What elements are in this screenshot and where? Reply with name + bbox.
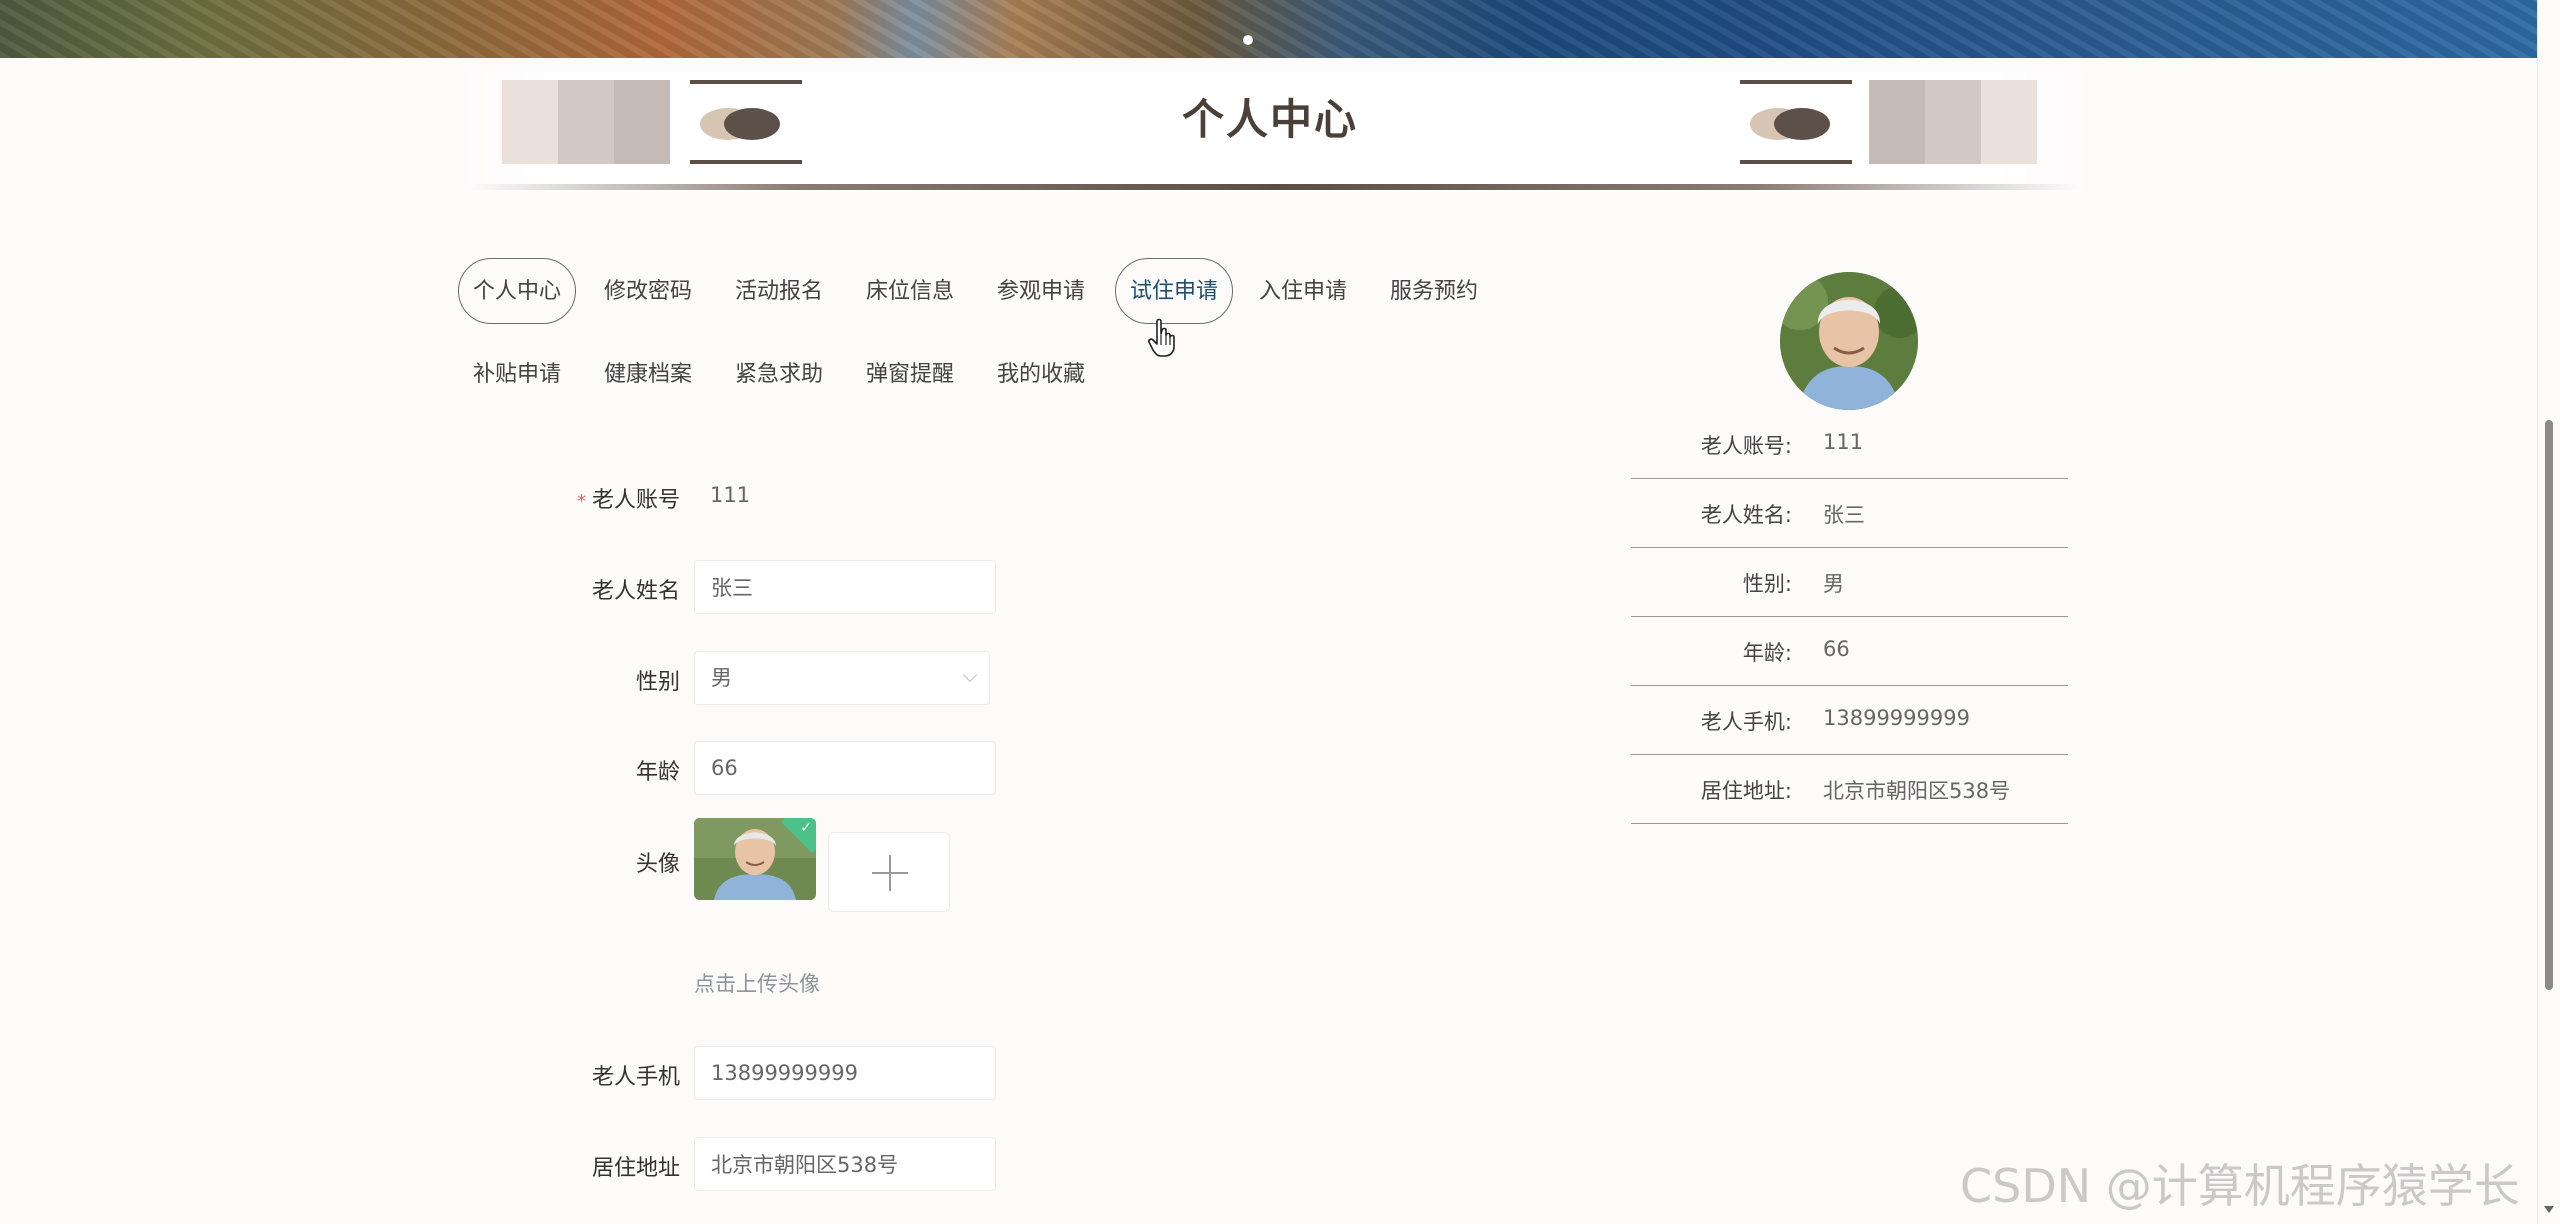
required-marker: * — [576, 491, 586, 512]
tab-service-booking[interactable]: 服务预约 — [1375, 258, 1493, 324]
vertical-scrollbar-thumb[interactable] — [2545, 420, 2553, 990]
profile-row-label: 性别: — [1742, 572, 1792, 596]
top-banner-image — [0, 0, 2537, 58]
page-title: 个人中心 — [1181, 95, 1358, 144]
upload-avatar-hint[interactable]: 点击上传头像 — [694, 968, 820, 998]
hand-pointer-cursor-icon — [1148, 318, 1175, 357]
title-decoration-pill-left — [690, 80, 802, 164]
profile-row-label: 老人账号: — [1700, 434, 1792, 458]
age-input[interactable] — [694, 741, 996, 795]
profile-row-value: 北京市朝阳区538号 — [1823, 779, 2011, 803]
profile-row-value: 111 — [1823, 430, 1864, 454]
profile-avatar — [1780, 272, 1918, 410]
profile-row-account: 老人账号: 111 — [1631, 410, 2068, 479]
profile-row-value: 13899999999 — [1823, 706, 1970, 730]
address-input[interactable] — [694, 1137, 996, 1191]
title-decoration-pill-right — [1740, 80, 1852, 164]
profile-row-address: 居住地址: 北京市朝阳区538号 — [1631, 755, 2068, 824]
scroll-down-arrow-icon[interactable] — [2544, 1206, 2554, 1213]
tab-activity-signup[interactable]: 活动报名 — [720, 258, 838, 324]
name-input[interactable] — [694, 560, 996, 614]
phone-label: 老人手机 — [591, 1065, 680, 1090]
account-value: 111 — [710, 483, 751, 507]
profile-row-name: 老人姓名: 张三 — [1631, 479, 2068, 548]
gender-label: 性别 — [635, 670, 680, 695]
elderly-man-portrait-icon — [1780, 272, 1918, 410]
tab-my-favorites[interactable]: 我的收藏 — [982, 341, 1100, 407]
tab-bed-info[interactable]: 床位信息 — [851, 258, 969, 324]
profile-row-label: 老人姓名: — [1700, 503, 1792, 527]
profile-row-phone: 老人手机: 13899999999 — [1631, 686, 2068, 755]
phone-input[interactable] — [694, 1046, 996, 1100]
chevron-down-icon — [962, 667, 978, 683]
tab-popup-reminders[interactable]: 弹窗提醒 — [851, 341, 969, 407]
carousel-indicator-dot[interactable] — [1243, 35, 1253, 45]
tab-visit-application[interactable]: 参观申请 — [982, 258, 1100, 324]
tab-health-records[interactable]: 健康档案 — [589, 341, 707, 407]
tab-change-password[interactable]: 修改密码 — [589, 258, 707, 324]
avatar-thumbnail[interactable]: ✓ — [694, 818, 816, 900]
profile-row-age: 年龄: 66 — [1631, 617, 2068, 686]
upload-avatar-plus-button[interactable] — [828, 832, 950, 912]
title-underline — [470, 184, 2080, 190]
profile-row-label: 年龄: — [1742, 641, 1792, 665]
tab-move-in-application[interactable]: 入住申请 — [1244, 258, 1362, 324]
profile-row-gender: 性别: 男 — [1631, 548, 2068, 617]
watermark: CSDN @计算机程序猿学长 — [1960, 1159, 2520, 1213]
profile-row-label: 老人手机: — [1700, 710, 1792, 734]
name-label: 老人姓名 — [591, 579, 680, 604]
avatar-label: 头像 — [635, 852, 680, 877]
age-label: 年龄 — [635, 760, 680, 785]
tab-subsidy-application[interactable]: 补贴申请 — [458, 341, 576, 407]
profile-row-value: 男 — [1823, 572, 1844, 596]
profile-row-value: 66 — [1823, 637, 1850, 661]
address-label: 居住地址 — [591, 1156, 680, 1181]
checkmark-icon: ✓ — [800, 820, 812, 836]
tab-emergency-help[interactable]: 紧急求助 — [720, 341, 838, 407]
account-label: * 老人账号 — [576, 488, 680, 513]
gender-selected-value: 男 — [711, 666, 732, 690]
tab-trial-stay-application[interactable]: 试住申请 — [1115, 258, 1234, 324]
title-decoration-right — [1869, 80, 2037, 164]
title-decoration-left — [502, 80, 670, 164]
profile-row-value: 张三 — [1823, 503, 1865, 527]
profile-row-label: 居住地址: — [1700, 779, 1792, 803]
gender-select[interactable]: 男 — [694, 651, 990, 705]
tab-personal-center[interactable]: 个人中心 — [458, 258, 577, 324]
